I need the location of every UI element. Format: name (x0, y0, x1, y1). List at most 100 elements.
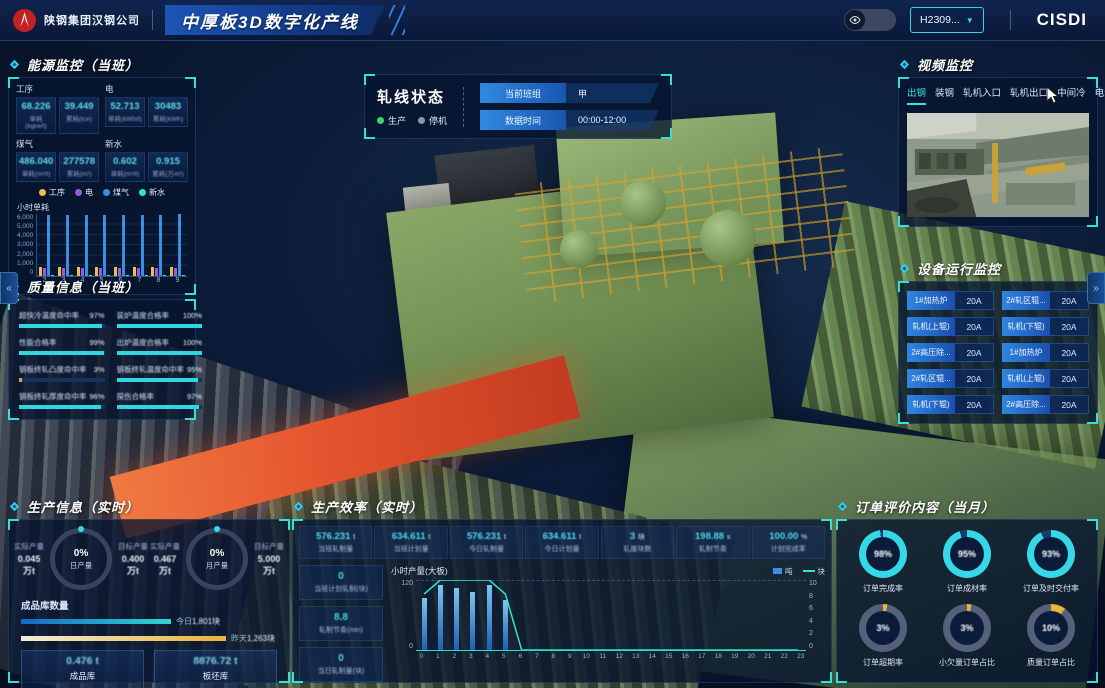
panel-orders-title: 订单评价内容（当月） (855, 497, 995, 516)
quality-item: 超快冷温度命中率97% (19, 310, 105, 328)
panel-order-evaluation: 订单评价内容（当月） 98%订单完成率95%订单成材率93%订单及时交付率3%订… (836, 496, 1098, 683)
cctv-video-thumbnail[interactable] (907, 113, 1089, 217)
device-status-item: 轧机(上辊)20A (907, 317, 994, 336)
right-panel-collapse-handle[interactable]: » (1087, 272, 1105, 304)
device-status-item: 1#加热炉20A (907, 291, 994, 310)
today-stock-bar: 今日1,801块 (21, 616, 277, 627)
actual-output: 实际产量 0.467 万t (149, 541, 181, 577)
status-row-label: 当前班组 (480, 83, 566, 103)
panel-orders-title-row: 订单评价内容（当月） (836, 496, 1098, 516)
diamond-icon (898, 262, 911, 275)
target-output: 目标产量 5.000 万t (253, 541, 285, 577)
legend-item[interactable]: 煤气 (103, 187, 129, 198)
panel-production-info: 生产信息（实时） 实际产量 0.045 万t 0% 日产量 目标产量 0.400 (8, 496, 290, 683)
legend-item-producing: 生产 (377, 114, 406, 127)
header-divider (1010, 10, 1011, 30)
panel-quality-title: 质量信息（当班） (27, 277, 139, 296)
panel-production-title: 生产信息（实时） (27, 497, 139, 516)
rolling-status-title: 轧线状态 (377, 86, 447, 107)
hourly-line-series (416, 580, 806, 650)
legend-item-stopped: 停机 (418, 114, 447, 127)
energy-chart-plot (36, 214, 187, 277)
energy-metric: 68.226单耗(kgce/t) (16, 97, 56, 134)
video-tab-出钢[interactable]: 出钢 (907, 85, 926, 105)
energy-chart-label: 小时单耗 (17, 202, 195, 213)
diamond-icon (292, 500, 305, 513)
efficiency-side-metric: 8.8轧制节奏(min) (299, 606, 383, 641)
energy-groups: 工序 68.226单耗(kgce/t) 39.449累耗(tce) 电 52.7… (9, 78, 195, 182)
energy-bar-group (170, 214, 185, 276)
energy-bar-group (114, 214, 129, 276)
energy-metric: 39.449累耗(tce) (59, 97, 99, 134)
panel-device-title: 设备运行监控 (917, 259, 1001, 278)
device-status-item: 轧机(下辊)20A (907, 395, 994, 414)
energy-bar-group (39, 214, 54, 276)
slab-warehouse-box: 8876.72 t 板坯库 (154, 650, 277, 688)
quality-item: 钢板终轧厚度命中率96% (19, 391, 105, 409)
panel-efficiency-title: 生产效率（实时） (311, 497, 423, 516)
efficiency-metric: 100.00 %计划完成率 (752, 526, 825, 559)
status-row-value: 甲 (566, 83, 659, 103)
video-tab-装钢[interactable]: 装钢 (935, 85, 954, 105)
device-status-item: 2#高压除...20A (907, 343, 994, 362)
energy-metric: 0.915累耗(万m³) (148, 152, 188, 182)
video-tab-中间冷[interactable]: 中间冷 (1057, 85, 1086, 105)
quality-item: 出炉温度合格率100% (117, 337, 203, 355)
legend-item[interactable]: 吨 (773, 566, 793, 577)
vertical-divider (463, 87, 464, 127)
legend-item[interactable]: 新水 (139, 187, 165, 198)
order-gauge: 98%订单完成率 (843, 530, 923, 594)
legend-item[interactable]: 块 (803, 566, 826, 577)
device-status-item: 2#轧区辊...20A (907, 369, 994, 388)
efficiency-side-metric: 0当班计划轧制(块) (299, 565, 383, 600)
video-tabs: 出钢装钢轧机入口轧机出口中间冷电动辊 (899, 78, 1097, 105)
cisdi-logo: CISDI (1037, 10, 1087, 30)
order-gauges-grid: 98%订单完成率95%订单成材率93%订单及时交付率3%订单超期率3%小欠量订单… (837, 520, 1097, 678)
panel-energy-title-row: 能源监控（当班） (8, 54, 196, 74)
toggle-knob (845, 10, 865, 30)
banner-slashes (389, 5, 405, 35)
video-tab-轧机入口[interactable]: 轧机入口 (963, 85, 1001, 105)
left-panel-collapse-handle[interactable]: « (0, 272, 18, 304)
energy-metric: 52.713单耗(kWh/t) (105, 97, 145, 127)
efficiency-metric: 634.611 t今日计划量 (525, 526, 598, 559)
status-row-shift: 当前班组 甲 (480, 83, 659, 103)
header-divider (152, 10, 153, 30)
diamond-icon (836, 500, 849, 513)
panel-efficiency-title-row: 生产效率（实时） (292, 496, 832, 516)
panel-efficiency-body: 576.231 t当班轧制量634.611 t当班计划量576.231 t今日轧… (292, 519, 832, 683)
device-items-grid: 1#加热炉20A 2#轧区辊...20A 轧机(上辊)20A 轧机(下辊)20A 2#高… (899, 282, 1097, 423)
device-status-item: 轧机(下辊)20A (1002, 317, 1089, 336)
video-tab-电动辊[interactable]: 电动辊 (1095, 85, 1105, 105)
energy-metric: 30483累耗(kWh) (148, 97, 188, 127)
quality-item: 装炉温度合格率100% (117, 310, 203, 328)
energy-group-process: 工序 68.226单耗(kgce/t) 39.449累耗(tce) (16, 83, 99, 134)
finished-warehouse-box: 0.476 t 成品库 (21, 650, 144, 688)
efficiency-metric: 634.611 t当班计划量 (374, 526, 447, 559)
quality-item: 钢板终轧凸度命中率3% (19, 364, 105, 382)
order-gauge: 3%订单超期率 (843, 604, 923, 668)
monthly-output-group: 实际产量 0.467 万t 0% 月产量 目标产量 5.000 万t (149, 528, 285, 590)
energy-bar-group (58, 214, 73, 276)
status-row-time: 数据时间 00:00-12:00 (480, 110, 659, 130)
header-actions: H2309... ▼ CISDI (844, 7, 1105, 33)
device-status-item: 轧机(上辊)20A (1002, 369, 1089, 388)
panel-video-title: 视频监控 (917, 55, 973, 74)
order-gauge: 10%质量订单占比 (1011, 604, 1091, 668)
company-logo-icon (12, 8, 37, 33)
efficiency-metric: 576.231 t今日轧制量 (450, 526, 523, 559)
target-output: 目标产量 0.400 万t (117, 541, 149, 577)
visibility-toggle[interactable] (844, 9, 896, 31)
device-selector-dropdown[interactable]: H2309... ▼ (910, 7, 984, 33)
efficiency-metrics-row: 576.231 t当班轧制量634.611 t当班计划量576.231 t今日轧… (293, 520, 831, 563)
hourly-chart-plot (416, 580, 806, 651)
diamond-icon (8, 500, 21, 513)
efficiency-side-metric: 0当日轧制量(块) (299, 647, 383, 682)
efficiency-metric: 3 块轧废块数 (601, 526, 674, 559)
energy-bar-group (133, 214, 148, 276)
legend-item[interactable]: 电 (75, 187, 93, 198)
warehouse-boxes: 0.476 t 成品库 8876.72 t 板坯库 (21, 650, 277, 688)
video-tab-轧机出口[interactable]: 轧机出口 (1010, 85, 1048, 105)
legend-item[interactable]: 工序 (39, 187, 65, 198)
diamond-icon (898, 58, 911, 71)
